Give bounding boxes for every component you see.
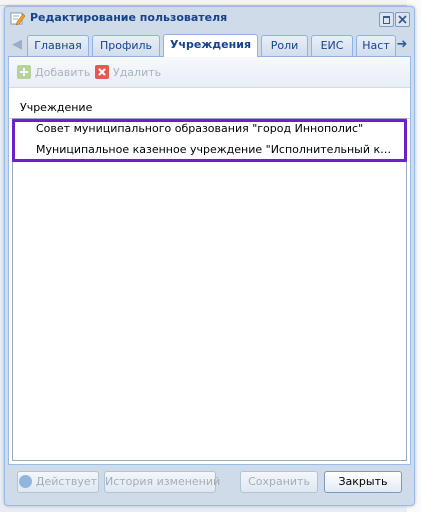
dialog-title: Редактирование пользователя — [30, 11, 228, 24]
maximize-button[interactable] — [379, 12, 394, 27]
add-button-label: Добавить — [35, 66, 91, 79]
column-header-institution[interactable]: Учреждение — [9, 98, 410, 119]
close-button[interactable]: Закрыть — [324, 471, 402, 493]
add-button[interactable]: Добавить — [17, 65, 91, 81]
dialog-titlebar[interactable]: Редактирование пользователя — [5, 7, 414, 29]
column-header-label: Учреждение — [20, 101, 93, 114]
tab-eis[interactable]: ЕИС — [311, 35, 353, 56]
edit-user-dialog: Редактирование пользователя ◀ Главная Пр… — [4, 6, 415, 506]
dialog-footer: Действует История изменений Сохранить За… — [5, 469, 414, 499]
institutions-panel: Добавить Удалить Учреждение Совет муници… — [8, 57, 411, 465]
edit-user-icon — [10, 12, 25, 25]
institutions-grid — [12, 118, 407, 461]
tab-roles[interactable]: Роли — [261, 35, 308, 56]
add-icon — [17, 65, 31, 79]
delete-button[interactable]: Удалить — [95, 65, 165, 81]
tab-profile[interactable]: Профиль — [92, 35, 160, 56]
table-row[interactable]: Муниципальное казенное учреждение "Испол… — [12, 139, 396, 160]
delete-button-label: Удалить — [113, 66, 162, 79]
close-icon[interactable] — [395, 12, 410, 27]
grid-rows: Совет муниципального образования "город … — [12, 118, 406, 160]
history-button[interactable]: История изменений — [104, 471, 220, 493]
status-icon — [18, 475, 32, 488]
tab-institutions[interactable]: Учреждения — [163, 34, 258, 57]
grid-toolbar: Добавить Удалить — [9, 57, 410, 88]
table-row[interactable]: Совет муниципального образования "город … — [12, 118, 396, 139]
tab-scroll-left-icon[interactable]: ◀ — [10, 35, 24, 55]
delete-icon — [95, 65, 109, 79]
save-button[interactable]: Сохранить — [240, 471, 318, 493]
tab-strip: ◀ Главная Профиль Учреждения Роли ЕИС На… — [8, 33, 411, 57]
active-status-label: Действует — [35, 475, 98, 488]
tab-settings[interactable]: Наст — [356, 35, 396, 56]
tab-scroll-right-icon[interactable]: ➜ — [395, 35, 409, 55]
active-status-button[interactable]: Действует — [17, 471, 99, 493]
tab-main[interactable]: Главная — [27, 35, 89, 56]
